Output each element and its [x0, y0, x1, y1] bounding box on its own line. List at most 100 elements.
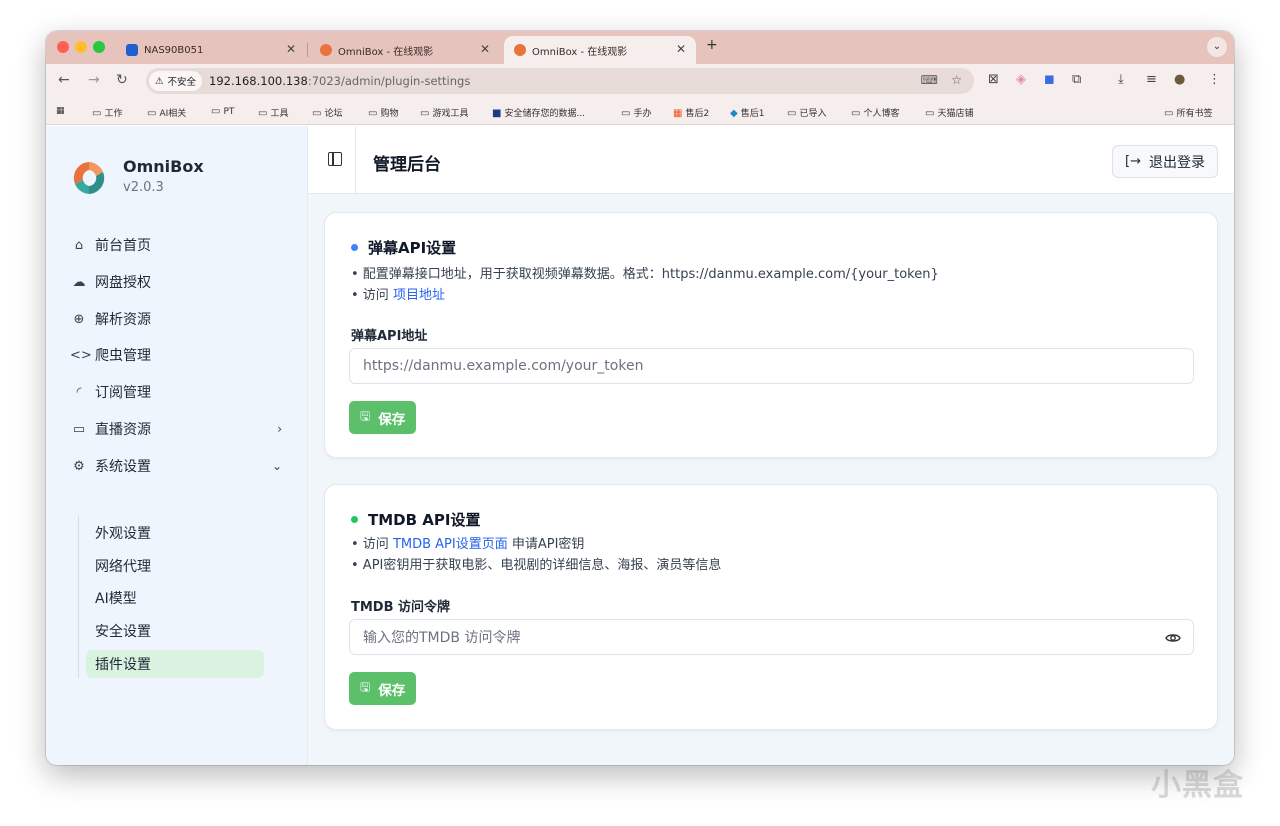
- sidebar-subitem-plugins[interactable]: 插件设置: [86, 650, 264, 678]
- code-icon: <>: [70, 347, 92, 363]
- tab-title: OmniBox - 在线观影: [338, 46, 434, 58]
- bookmark-item[interactable]: ▭ 已导入: [787, 106, 826, 119]
- danmu-api-url-input[interactable]: https://danmu.example.com/your_token: [349, 348, 1194, 384]
- extensions-puzzle-icon[interactable]: ⧉: [1072, 72, 1081, 87]
- bookmark-label: 售后1: [740, 109, 765, 119]
- translate-icon[interactable]: ⌨: [921, 73, 938, 87]
- reading-list-icon[interactable]: ≡: [1146, 72, 1157, 87]
- sidebar-item-cloud-auth[interactable]: ☁ 网盘授权: [70, 267, 282, 297]
- tmdb-token-input[interactable]: 输入您的TMDB 访问令牌: [349, 619, 1194, 655]
- browser-tab-omnibox-active[interactable]: OmniBox - 在线观影 ✕: [504, 36, 696, 64]
- show-password-eye-icon[interactable]: [1165, 630, 1181, 646]
- sidebar-toggle-icon[interactable]: [328, 152, 342, 166]
- save-button[interactable]: 🖫 保存: [349, 401, 417, 434]
- bookmark-item[interactable]: ◆ 售后1: [730, 106, 764, 119]
- extension-pink-icon[interactable]: ◈: [1016, 72, 1026, 87]
- security-chip-label: 不安全: [167, 77, 197, 88]
- bookmark-item[interactable]: ▭ 天猫店铺: [925, 106, 973, 119]
- bookmark-label: 售后2: [685, 109, 710, 119]
- close-tab-icon[interactable]: ✕: [286, 42, 296, 56]
- extension-blue-icon[interactable]: ◼: [1044, 72, 1055, 87]
- bookmark-item[interactable]: ▦ 售后2: [673, 106, 709, 119]
- card-title: TMDB API设置: [351, 509, 480, 530]
- tab-search-chevron-icon[interactable]: ⌄: [1207, 37, 1227, 57]
- bookmark-item[interactable]: ▭ 工具: [258, 106, 288, 119]
- bookmark-item[interactable]: ▭ 论坛: [312, 106, 342, 119]
- bookmark-label: PT: [223, 107, 235, 117]
- tab-divider: [307, 43, 308, 57]
- sidebar-subitem-security[interactable]: 安全设置: [86, 617, 264, 645]
- bookmark-item[interactable]: ■ 安全储存您的数据...: [492, 106, 585, 119]
- url-path: :7023/admin/plugin-settings: [307, 74, 471, 88]
- zoom-window-button[interactable]: [93, 41, 105, 53]
- sidebar-item-live[interactable]: ▭ 直播资源 ›: [70, 414, 282, 444]
- forward-arrow-icon[interactable]: →: [88, 72, 100, 88]
- apps-grid-icon[interactable]: ▦: [56, 106, 65, 116]
- back-arrow-icon[interactable]: ←: [58, 72, 70, 88]
- browser-tab-nas[interactable]: NAS90B051 ✕: [116, 36, 306, 64]
- main-content: 管理后台 [→ 退出登录 弹幕API设置 • 配置弹幕接口地址，用于获取视频弹幕…: [308, 126, 1234, 765]
- browser-window: NAS90B051 ✕ OmniBox - 在线观影 ✕ OmniBox - 在…: [46, 31, 1234, 765]
- save-icon: 🖫: [360, 409, 371, 423]
- sidebar-subitem-ai-model[interactable]: AI模型: [86, 584, 264, 612]
- url-host: 192.168.100.138: [209, 74, 308, 88]
- new-tab-button[interactable]: +: [706, 37, 718, 53]
- bookmark-item[interactable]: ▭ 购物: [368, 106, 398, 119]
- folder-icon: ▭: [92, 108, 102, 119]
- bookmark-label: 工具: [270, 109, 289, 119]
- input-placeholder: 输入您的TMDB 访问令牌: [363, 630, 521, 646]
- bookmark-label: 个人博客: [863, 109, 900, 119]
- minimize-window-button[interactable]: [75, 41, 87, 53]
- page-title: 管理后台: [373, 155, 441, 175]
- close-tab-icon[interactable]: ✕: [676, 42, 686, 56]
- profile-avatar-icon[interactable]: ●: [1174, 72, 1185, 87]
- bookmark-item[interactable]: ▭ 个人博客: [851, 106, 899, 119]
- field-label: TMDB 访问令牌: [351, 600, 451, 615]
- sidebar-item-label: 网盘授权: [95, 275, 151, 291]
- reload-icon[interactable]: ↻: [116, 72, 128, 88]
- screenshot-icon[interactable]: ⊠: [988, 72, 999, 87]
- bookmark-label: 游戏工具: [432, 109, 469, 119]
- browser-tab-omnibox-1[interactable]: OmniBox - 在线观影 ✕: [310, 36, 500, 64]
- sidebar-subitem-appearance[interactable]: 外观设置: [86, 519, 264, 547]
- close-window-button[interactable]: [57, 41, 69, 53]
- bookmark-item[interactable]: ▭ 工作: [92, 106, 122, 119]
- sidebar-item-system-settings[interactable]: ⚙ 系统设置 ⌄: [70, 451, 282, 481]
- tmdb-settings-card: TMDB API设置 • 访问 TMDB API设置页面 申请API密钥 • A…: [324, 484, 1218, 730]
- bookmark-star-icon[interactable]: ☆: [951, 73, 962, 87]
- nas-favicon-icon: [126, 44, 138, 56]
- sidebar-item-home[interactable]: ⌂ 前台首页: [70, 230, 282, 260]
- tab-title: NAS90B051: [144, 44, 204, 56]
- more-menu-icon[interactable]: ⋮: [1208, 72, 1221, 87]
- sidebar-item-label: 系统设置: [95, 459, 151, 475]
- sidebar-item-subscriptions[interactable]: ◜ 订阅管理: [70, 377, 282, 407]
- folder-icon: ▭: [147, 108, 157, 119]
- brand-name: OmniBox: [123, 157, 204, 176]
- logout-button[interactable]: [→ 退出登录: [1112, 145, 1218, 178]
- bookmark-label: 天猫店铺: [937, 109, 974, 119]
- save-icon: 🖫: [360, 680, 371, 694]
- sidebar-item-crawler[interactable]: <> 爬虫管理: [70, 340, 282, 370]
- security-chip[interactable]: ⚠ 不安全: [149, 71, 203, 91]
- browser-toolbar: ← → ↻ ⚠ 不安全 192.168.100.138:7023/admin/p…: [46, 64, 1234, 98]
- sidebar-subitem-proxy[interactable]: 网络代理: [86, 552, 264, 580]
- project-address-link[interactable]: 项目地址: [393, 288, 445, 303]
- description-prefix: • 访问: [351, 537, 393, 552]
- tab-strip: NAS90B051 ✕ OmniBox - 在线观影 ✕ OmniBox - 在…: [46, 31, 1234, 64]
- bookmark-item[interactable]: ▭ 游戏工具: [420, 106, 468, 119]
- download-icon[interactable]: ⤓: [1118, 72, 1124, 87]
- all-bookmarks-item[interactable]: ▭ 所有书签: [1164, 106, 1212, 119]
- close-tab-icon[interactable]: ✕: [480, 42, 490, 56]
- bookmark-label: 购物: [380, 109, 399, 119]
- address-bar[interactable]: ⚠ 不安全 192.168.100.138:7023/admin/plugin-…: [146, 68, 974, 94]
- tmdb-settings-link[interactable]: TMDB API设置页面: [393, 537, 508, 552]
- bookmark-label: 论坛: [324, 109, 343, 119]
- bookmark-item[interactable]: ▭ AI相关: [147, 106, 186, 119]
- save-label: 保存: [378, 682, 406, 699]
- save-button[interactable]: 🖫 保存: [349, 672, 417, 705]
- vault-icon: ■: [492, 108, 502, 119]
- bookmark-item[interactable]: ▭ 手办: [621, 106, 651, 119]
- sidebar-item-parse-sources[interactable]: ⊕ 解析资源: [70, 304, 282, 334]
- bookmark-item[interactable]: ▭ PT: [211, 106, 234, 117]
- omnibox-favicon-icon: [514, 44, 526, 56]
